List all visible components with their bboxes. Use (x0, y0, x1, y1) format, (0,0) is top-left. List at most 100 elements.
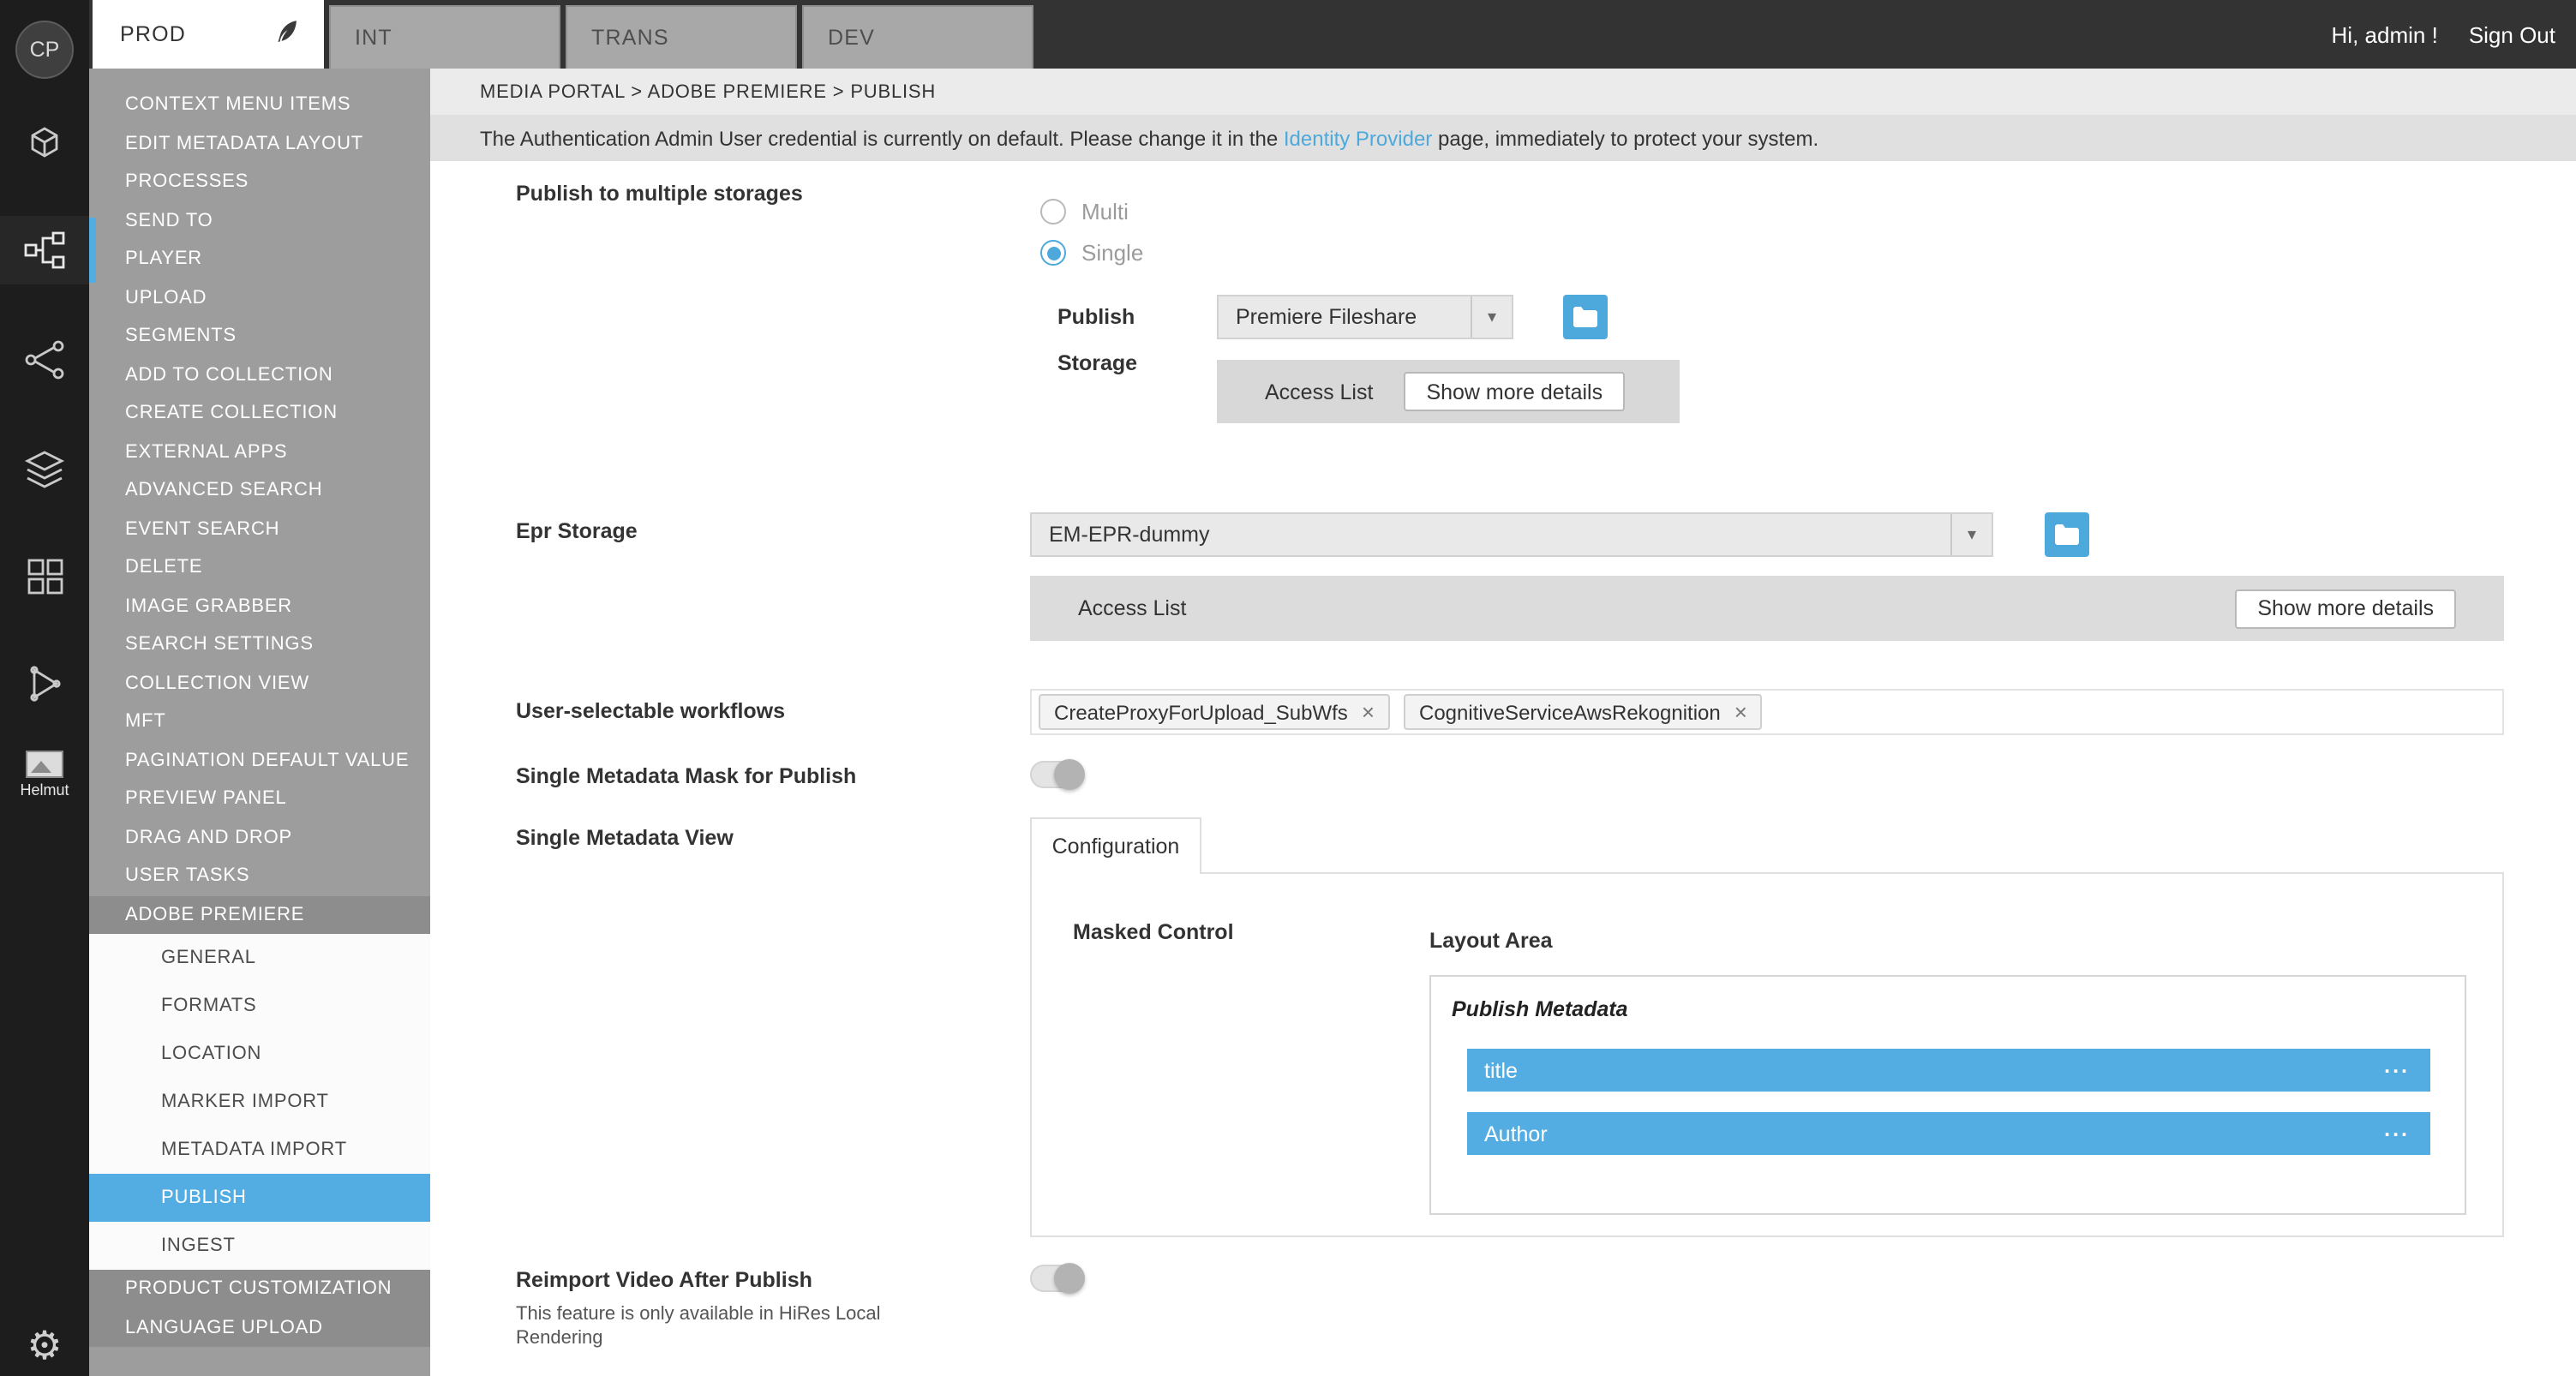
sidebar-item-context-menu-items[interactable]: CONTEXT MENU ITEMS (89, 86, 430, 124)
publish-storage-dropdown[interactable]: Premiere Fileshare ▾ (1217, 295, 1513, 339)
workflow-tag-cognitive[interactable]: CognitiveServiceAwsRekognition × (1404, 694, 1763, 730)
toggle-knob (1054, 1263, 1085, 1294)
sidebar-item-send-to[interactable]: SEND TO (89, 201, 430, 240)
publish-storage-value: Premiere Fileshare (1219, 305, 1471, 329)
apps-icon[interactable] (0, 541, 89, 610)
workflow-icon[interactable] (0, 216, 89, 284)
sidebar-item-add-to-collection[interactable]: ADD TO COLLECTION (89, 356, 430, 394)
remove-tag-icon[interactable]: × (1362, 701, 1375, 723)
tab-dev[interactable]: DEV (802, 5, 1033, 69)
publish-multiple-label: Publish to multiple storages (516, 182, 803, 206)
environment-tabs: PROD INT TRANS DEV (93, 0, 1033, 69)
warning-text-prefix: The Authentication Admin User credential… (480, 126, 1284, 150)
workflow-tag-label: CognitiveServiceAwsRekognition (1419, 700, 1721, 724)
workflow-tag-createproxy[interactable]: CreateProxyForUpload_SubWfs × (1039, 694, 1390, 730)
adobe-premiere-submenu: GENERAL FORMATS LOCATION MARKER IMPORT M… (89, 934, 430, 1270)
dropdown-arrow-icon: ▾ (1950, 514, 1992, 555)
publish-settings-form: Publish to multiple storages Multi Singl… (430, 161, 2576, 1376)
sidebar-subitem-metadata-import[interactable]: METADATA IMPORT (89, 1126, 430, 1174)
app-viewport: PROD INT TRANS DEV Hi, admin ! Sign Out … (0, 0, 2576, 1376)
sidebar-item-user-tasks[interactable]: USER TASKS (89, 857, 430, 895)
radio-single[interactable]: Single (1040, 240, 1143, 266)
epr-storage-dropdown[interactable]: EM-EPR-dummy ▾ (1030, 512, 1993, 557)
sidebar-item-image-grabber[interactable]: IMAGE GRABBER (89, 587, 430, 625)
sidebar: CONTEXT MENU ITEMS EDIT METADATA LAYOUT … (89, 69, 430, 1376)
field-menu-icon[interactable]: ... (2384, 1116, 2410, 1140)
sidebar-item-edit-metadata-layout[interactable]: EDIT METADATA LAYOUT (89, 124, 430, 163)
tab-int[interactable]: INT (329, 5, 560, 69)
sidebar-item-upload[interactable]: UPLOAD (89, 278, 430, 317)
sidebar-item-event-search[interactable]: EVENT SEARCH (89, 510, 430, 548)
publish-storage-access-panel: Access List Show more details (1217, 360, 1680, 423)
single-view-label: Single Metadata View (516, 826, 734, 850)
stack-icon[interactable] (0, 435, 89, 504)
tab-configuration-label: Configuration (1052, 835, 1180, 859)
sidebar-item-collection-view[interactable]: COLLECTION VIEW (89, 664, 430, 703)
publish-metadata-group: Publish Metadata title ... Author ... (1429, 975, 2466, 1215)
identity-provider-link[interactable]: Identity Provider (1284, 126, 1432, 150)
metadata-field-author[interactable]: Author ... (1467, 1112, 2430, 1155)
play-vector-icon[interactable] (0, 649, 89, 718)
tab-trans[interactable]: TRANS (566, 5, 797, 69)
masked-control-label: Masked Control (1073, 920, 1234, 944)
radio-multi[interactable]: Multi (1040, 199, 1129, 224)
metadata-field-label: Author (1484, 1122, 1548, 1146)
folder-icon (1573, 307, 1597, 327)
sidebar-item-adobe-premiere[interactable]: ADOBE PREMIERE (89, 895, 430, 934)
metadata-field-title[interactable]: title ... (1467, 1049, 2430, 1092)
publish-storage-browse-button[interactable] (1563, 295, 1608, 339)
sidebar-item-language-upload[interactable]: LANGUAGE UPLOAD (89, 1308, 430, 1347)
sidebar-item-preview-panel[interactable]: PREVIEW PANEL (89, 780, 430, 818)
topbar: PROD INT TRANS DEV Hi, admin ! Sign Out (0, 0, 2576, 69)
radio-multi-circle (1040, 199, 1066, 224)
avatar[interactable]: CP (15, 21, 74, 79)
sidebar-item-delete[interactable]: DELETE (89, 548, 430, 587)
warning-text-suffix: page, immediately to protect your system… (1432, 126, 1818, 150)
single-mask-label: Single Metadata Mask for Publish (516, 764, 856, 788)
helmut-thumbnail[interactable]: Helmut (0, 751, 89, 799)
remove-tag-icon[interactable]: × (1734, 701, 1747, 723)
sign-out-link[interactable]: Sign Out (2469, 21, 2555, 47)
sidebar-item-pagination-default-value[interactable]: PAGINATION DEFAULT VALUE (89, 741, 430, 780)
warning-banner: The Authentication Admin User credential… (430, 115, 2576, 161)
sidebar-item-segments[interactable]: SEGMENTS (89, 317, 430, 356)
sidebar-item-advanced-search[interactable]: ADVANCED SEARCH (89, 471, 430, 510)
helmut-admin-app: PROD INT TRANS DEV Hi, admin ! Sign Out … (0, 0, 2576, 1376)
radio-single-circle (1040, 240, 1066, 266)
sidebar-item-drag-and-drop[interactable]: DRAG AND DROP (89, 818, 430, 857)
tab-configuration[interactable]: Configuration (1030, 817, 1201, 874)
icon-rail: CP Helmut ⚙ (0, 0, 89, 1376)
settings-gear-icon[interactable]: ⚙ (0, 1326, 89, 1366)
tab-prod[interactable]: PROD (93, 0, 324, 69)
reimport-toggle[interactable] (1030, 1265, 1083, 1292)
access-list-label: Access List (1265, 380, 1373, 404)
sidebar-item-search-settings[interactable]: SEARCH SETTINGS (89, 625, 430, 664)
epr-storage-label: Epr Storage (516, 519, 638, 543)
sidebar-subitem-ingest[interactable]: INGEST (89, 1222, 430, 1270)
layout-area-label: Layout Area (1429, 929, 1553, 953)
sidebar-item-processes[interactable]: PROCESSES (89, 163, 430, 201)
sidebar-subitem-publish[interactable]: PUBLISH (89, 1174, 430, 1222)
sidebar-subitem-marker-import[interactable]: MARKER IMPORT (89, 1078, 430, 1126)
branch-icon[interactable] (0, 326, 89, 394)
cube-icon[interactable] (0, 110, 89, 178)
radio-single-label: Single (1081, 240, 1143, 266)
sidebar-subitem-formats[interactable]: FORMATS (89, 982, 430, 1030)
sidebar-item-mft[interactable]: MFT (89, 703, 430, 741)
single-mask-toggle[interactable] (1030, 761, 1083, 788)
greeting-text: Hi, admin ! (2332, 21, 2438, 47)
epr-storage-browse-button[interactable] (2045, 512, 2089, 557)
publish-metadata-title: Publish Metadata (1452, 997, 1628, 1021)
publish-storage-label: Publish Storage (1057, 295, 1167, 387)
sidebar-item-create-collection[interactable]: CREATE COLLECTION (89, 394, 430, 433)
publish-storage-show-more-button[interactable]: Show more details (1404, 372, 1625, 411)
sidebar-subitem-location[interactable]: LOCATION (89, 1030, 430, 1078)
field-menu-icon[interactable]: ... (2384, 1053, 2410, 1077)
sidebar-item-player[interactable]: PLAYER (89, 240, 430, 278)
sidebar-subitem-general[interactable]: GENERAL (89, 934, 430, 982)
epr-storage-show-more-button[interactable]: Show more details (2235, 589, 2456, 628)
sidebar-item-product-customization[interactable]: PRODUCT CUSTOMIZATION (89, 1270, 430, 1308)
sidebar-item-external-apps[interactable]: EXTERNAL APPS (89, 433, 430, 471)
workflows-tag-input[interactable]: CreateProxyForUpload_SubWfs × CognitiveS… (1030, 689, 2504, 735)
breadcrumb: MEDIA PORTAL > ADOBE PREMIERE > PUBLISH (430, 69, 2576, 115)
